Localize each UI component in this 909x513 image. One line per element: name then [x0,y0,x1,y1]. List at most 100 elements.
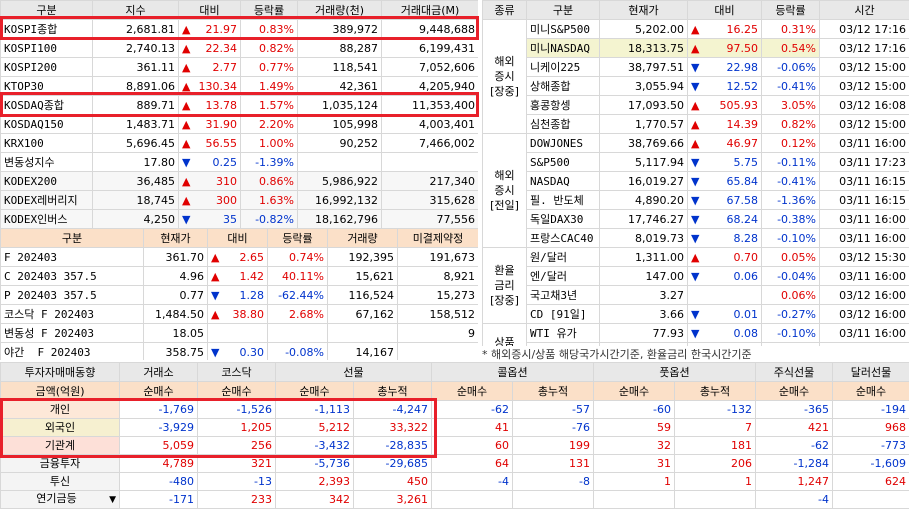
index-name[interactable]: 변동성지수 [0,152,93,172]
index-name[interactable]: KOSPI200 [0,57,93,77]
global-row[interactable]: 미니NASDAQ 18,313.75 ▲ 97.50 0.54% 03/12 17:16 [483,38,909,58]
market-name[interactable]: 미니S&P500 [526,19,600,39]
futures-name[interactable]: F 202403 [0,247,144,267]
global-row[interactable]: 독일DAX30 17,746.27 ▼ 68.24 -0.38% 03/11 16:00 [483,209,909,229]
global-row[interactable]: 필. 반도체 4,890.20 ▼ 67.58 -1.36% 03/11 16:15 [483,190,909,210]
global-row[interactable]: 해외 증시 [장중] 미니S&P500 5,202.00 ▲ 16.25 0.31% 03/… [482,19,909,134]
investor-type-label[interactable]: 연기금등 ▼ [0,490,120,509]
global-col-header[interactable]: 현재가 [599,0,688,20]
market-name[interactable]: 프랑스CAC40 [526,228,600,248]
market-name[interactable]: DOWJONES [526,133,600,153]
market-name[interactable]: NASDAQ [526,171,600,191]
futures-row[interactable]: 야간 F 202403 358.75 ▼ 0.30 -0.08% 14,167 [0,342,478,360]
investor-value: 31 [593,454,675,473]
futures-row[interactable]: F 202403 361.70 ▲ 2.65 0.74% 192,395 191,673 [0,247,478,267]
futures-row[interactable]: C 202403 357.5 4.96 ▲ 1.42 40.11% 15,621 8,921 [0,266,478,286]
index-col-header[interactable]: 거래량(천) [297,0,382,20]
index-row[interactable]: KOSPI종합 2,681.81 ▲ 21.97 0.83% 389,972 9,448,6… [0,19,478,39]
market-name[interactable]: 홍콩항셍 [526,95,600,115]
index-value: 1,483.71 [92,114,179,134]
index-name[interactable]: KRX100 [0,133,93,153]
investor-row[interactable]: 개인 -1,769 -1,526 -1,113 -4,247 -62 -57 -60 -132-… [0,400,909,419]
global-col-header[interactable]: 대비 [687,0,762,20]
futures-name[interactable]: 코스닥 F 202403 [0,304,144,324]
index-row[interactable]: KODEX인버스 4,250 ▼ 35 -0.82% 18,162,796 77,556 [0,209,478,228]
futures-col-header[interactable]: 현재가 [143,228,208,248]
investor-row[interactable]: 연기금등 ▼ -171 233 342 3,261 -4 [0,490,909,509]
global-row[interactable]: 프랑스CAC40 8,019.73 ▼ 8.28 -0.10% 03/11 16:00 [483,228,909,248]
futures-name[interactable]: 변동성 F 202403 [0,323,144,343]
index-col-header[interactable]: 등락률 [240,0,298,20]
index-name[interactable]: KOSDAQ150 [0,114,93,134]
market-name[interactable]: 미니NASDAQ [526,38,600,58]
global-row[interactable]: CD [91일] 3.66 ▼ 0.01 -0.27% 03/12 16:00 [483,304,909,324]
futures-col-header[interactable]: 등락률 [267,228,328,248]
index-name[interactable]: KOSDAQ종합 [0,95,93,115]
index-name[interactable]: KTOP30 [0,76,93,96]
index-col-header[interactable]: 구분 [0,0,93,20]
futures-col-header[interactable]: 구분 [0,228,144,248]
global-row[interactable]: 홍콩항셍 17,093.50 ▲ 505.93 3.05% 03/12 16:08 [483,95,909,115]
index-row[interactable]: KOSDAQ종합 889.71 ▲ 13.78 1.57% 1,035,124 11,353… [0,95,478,115]
index-name[interactable]: KODEX인버스 [0,209,93,228]
index-row[interactable]: KTOP30 8,891.06 ▲ 130.34 1.49% 42,361 4,205,94… [0,76,478,96]
investor-row[interactable]: 외국인 -3,929 1,205 5,212 33,322 41 -76 59 7 421 968 [0,418,909,437]
index-row[interactable]: KODEX레버리지 18,745 ▲ 300 1.63% 16,992,132 315,62… [0,190,478,210]
global-col-header[interactable]: 등락률 [761,0,820,20]
market-name[interactable]: 심천종합 [526,114,600,134]
futures-col-header[interactable]: 대비 [207,228,268,248]
index-row[interactable]: 변동성지수 17.80 ▼ 0.25 -1.39% [0,152,478,172]
futures-name[interactable]: P 202403 357.5 [0,285,144,305]
market-name[interactable]: 국고채3년 [526,285,600,305]
investor-sub-header: 순매수 [119,381,198,401]
global-row[interactable]: 니케이225 38,797.51 ▼ 22.98 -0.06% 03/12 15:00 [483,57,909,77]
index-col-header[interactable]: 지수 [92,0,179,20]
global-col-header[interactable]: 종류 [482,0,527,20]
market-name[interactable]: S&P500 [526,152,600,172]
futures-row[interactable]: P 202403 357.5 0.77 ▼ 1.28 -62.44% 116,524 15,… [0,285,478,305]
futures-col-header[interactable]: 거래량 [327,228,398,248]
index-col-header[interactable]: 거래대금(M) [381,0,478,20]
global-row[interactable]: 해외 증시 [전일] DOWJONES 38,769.66 ▲ 46.97 0.12% 03… [482,133,909,248]
index-name[interactable]: KOSPI종합 [0,19,93,39]
market-name[interactable]: 니케이225 [526,57,600,77]
index-name[interactable]: KODEX레버리지 [0,190,93,210]
global-col-header[interactable]: 시간 [819,0,909,20]
investor-row[interactable]: 금융투자 4,789 321 -5,736 -29,685 64 131 31 206 -1,28… [0,454,909,473]
index-row[interactable]: KOSDAQ150 1,483.71 ▲ 31.90 2.20% 105,998 4,003… [0,114,478,134]
futures-name[interactable]: C 202403 357.5 [0,266,144,286]
global-row[interactable]: 상해종합 3,055.94 ▼ 12.52 -0.41% 03/12 15:00 [483,76,909,96]
global-col-header[interactable]: 구분 [526,0,600,20]
investor-sub-header: 총누적 [353,381,432,401]
index-row[interactable]: KOSPI200 361.11 ▲ 2.77 0.77% 118,541 7,052,606 [0,57,478,77]
global-row[interactable]: 엔/달러 147.00 ▼ 0.06 -0.04% 03/11 16:00 [483,266,909,286]
market-name[interactable]: CD [91일] [526,304,600,324]
index-row[interactable]: KOSPI100 2,740.13 ▲ 22.34 0.82% 88,287 6,199,4… [0,38,478,58]
global-row[interactable]: NASDAQ 16,019.27 ▼ 65.84 -0.41% 03/11 16:15 [483,171,909,191]
futures-row[interactable]: 코스닥 F 202403 1,484.50 ▲ 38.80 2.68% 67,162 158… [0,304,478,324]
index-row[interactable]: KRX100 5,696.45 ▲ 56.55 1.00% 90,252 7,466,002 [0,133,478,153]
market-name[interactable]: 필. 반도체 [526,190,600,210]
market-name[interactable]: 독일DAX30 [526,209,600,229]
index-row[interactable]: KODEX200 36,485 ▲ 310 0.86% 5,986,922 217,340 [0,171,478,191]
market-name[interactable]: 엔/달러 [526,266,600,286]
investor-row[interactable]: 기관계 5,059 256 -3,432 -28,835 60 199 32 181 -62 -77… [0,436,909,455]
index-name[interactable]: KODEX200 [0,171,93,191]
rate-cell: -0.27% [761,304,820,324]
index-name[interactable]: KOSPI100 [0,38,93,58]
market-name[interactable]: 상해종합 [526,76,600,96]
futures-col-header[interactable]: 미결제약정 [397,228,478,248]
global-row[interactable]: 심천종합 1,770.57 ▲ 14.39 0.82% 03/12 15:00 [483,114,909,134]
market-name[interactable]: 원/달러 [526,247,600,267]
global-row[interactable]: 국고채3년 3.27 0.06% 03/12 16:00 [483,285,909,305]
futures-row[interactable]: 변동성 F 202403 18.05 9 [0,323,478,343]
futures-name[interactable]: 야간 F 202403 [0,342,144,360]
change-value: 0.30 [239,345,265,359]
index-col-header[interactable]: 대비 [178,0,241,20]
global-row[interactable]: 상품 WTI 유가 77.93 ▼ 0.08 -0.10% 03/11 16:00 [482,323,909,346]
dropdown-arrow-icon[interactable]: ▼ [109,492,116,508]
market-name[interactable]: WTI 유가 [526,323,600,343]
investor-row[interactable]: 투신 -480 -13 2,393 450 -4 -8 1 1 1,247 624 [0,472,909,491]
global-row[interactable]: 환율 금리 [장중] 원/달러 1,311.00 ▲ 0.70 0.05% 03/12 15… [482,247,909,324]
global-row[interactable]: S&P500 5,117.94 ▼ 5.75 -0.11% 03/11 17:23 [483,152,909,172]
